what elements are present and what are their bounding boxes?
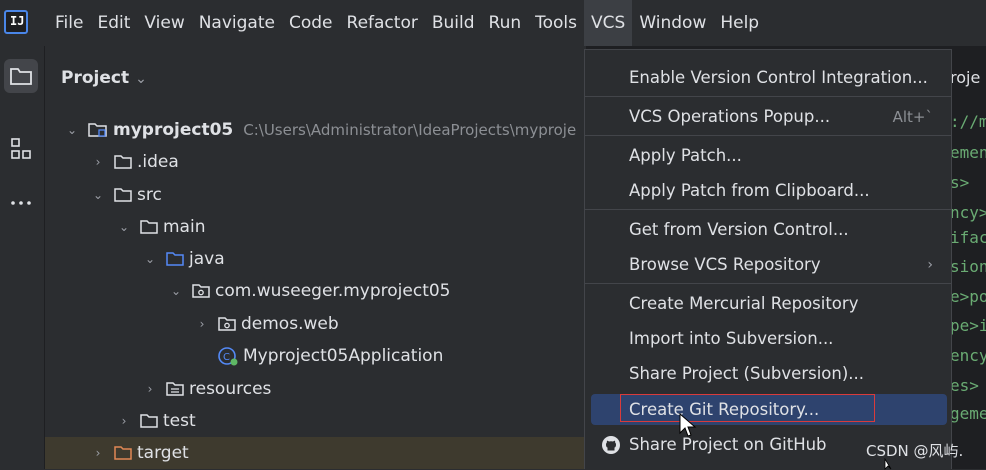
tree-label: java <box>189 249 225 269</box>
code-line: geme <box>950 404 986 423</box>
menu-help[interactable]: Help <box>713 0 766 46</box>
tree-label: Myproject05Application <box>243 346 444 366</box>
code-line: ://m <box>950 112 986 131</box>
project-panel: Project ⌄ ⌄ myproject05 C:\Users\Administ… <box>45 46 632 469</box>
menu-navigate[interactable]: Navigate <box>192 0 282 46</box>
menu-tools[interactable]: Tools <box>528 0 584 46</box>
menu-item-import-subversion[interactable]: Import into Subversion... <box>591 323 947 354</box>
tree-node-idea[interactable]: › .idea <box>45 146 632 178</box>
structure-icon <box>11 138 31 159</box>
tree-node-src[interactable]: ⌄ src <box>45 179 632 211</box>
menu-item-get-from-vcs[interactable]: Get from Version Control... <box>591 214 947 245</box>
tool-window-strip <box>0 46 45 469</box>
code-line: es> <box>950 376 979 395</box>
menu-item-browse-vcs-repository[interactable]: Browse VCS Repository › <box>591 249 947 280</box>
code-line: s> <box>950 173 970 192</box>
expanded-arrow-icon[interactable]: ⌄ <box>65 123 79 137</box>
code-line: ncy> <box>950 203 986 222</box>
source-folder-icon <box>165 250 185 268</box>
tree-label: src <box>137 185 162 205</box>
folder-icon <box>10 68 32 85</box>
menu-item-apply-patch-clipboard[interactable]: Apply Patch from Clipboard... <box>591 175 947 206</box>
menu-item-create-mercurial[interactable]: Create Mercurial Repository <box>591 288 947 319</box>
project-tool-button[interactable] <box>4 59 38 93</box>
folder-icon <box>113 153 133 171</box>
tree-node-target[interactable]: › target <box>45 437 632 469</box>
mouse-cursor-icon <box>679 413 697 437</box>
submenu-arrow-icon: › <box>927 256 933 273</box>
menu-item-enable-vcs[interactable]: Enable Version Control Integration... <box>591 62 947 93</box>
package-icon <box>191 282 211 300</box>
code-line: e>po <box>950 287 986 306</box>
menu-item-vcs-operations-popup[interactable]: VCS Operations Popup... Alt+` <box>591 101 947 132</box>
menu-edit[interactable]: Edit <box>90 0 137 46</box>
tree-label: myproject05 <box>113 120 234 140</box>
project-path: C:\Users\Administrator\IdeaProjects\mypr… <box>243 121 577 139</box>
menu-code[interactable]: Code <box>282 0 340 46</box>
code-line: emen <box>950 143 986 162</box>
folder-icon <box>139 412 159 430</box>
menu-separator <box>585 209 951 210</box>
collapsed-arrow-icon[interactable]: › <box>143 382 157 396</box>
menu-separator <box>585 135 951 136</box>
tree-node-test[interactable]: › test <box>45 405 658 437</box>
menu-build[interactable]: Build <box>425 0 482 46</box>
collapsed-arrow-icon[interactable]: › <box>195 317 209 331</box>
project-panel-title[interactable]: Project ⌄ <box>61 68 147 88</box>
expanded-arrow-icon[interactable]: ⌄ <box>143 252 157 266</box>
menu-window[interactable]: Window <box>632 0 713 46</box>
collapsed-arrow-icon[interactable]: › <box>117 414 131 428</box>
menu-separator <box>585 283 951 284</box>
tree-label: main <box>163 217 206 237</box>
menu-refactor[interactable]: Refactor <box>340 0 425 46</box>
menu-item-share-subversion[interactable]: Share Project (Subversion)... <box>591 358 947 389</box>
expanded-arrow-icon[interactable]: ⌄ <box>117 220 131 234</box>
editor-tab[interactable]: roje <box>950 68 980 87</box>
expanded-arrow-icon[interactable]: ⌄ <box>91 188 105 202</box>
menu-file[interactable]: File <box>48 0 90 46</box>
expanded-arrow-icon[interactable]: ⌄ <box>169 284 183 298</box>
excluded-folder-icon <box>113 444 133 462</box>
shortcut-label: Alt+` <box>892 107 933 126</box>
folder-icon <box>139 218 159 236</box>
menu-item-apply-patch[interactable]: Apply Patch... <box>591 140 947 171</box>
intellij-logo-icon[interactable]: IJ <box>4 10 28 34</box>
menu-separator <box>585 96 951 97</box>
watermark: CSDN @风屿. <box>866 442 964 460</box>
github-icon <box>601 435 621 459</box>
module-folder-icon <box>87 121 109 139</box>
more-dots-icon <box>11 201 31 205</box>
chevron-down-icon: ⌄ <box>135 71 147 87</box>
tree-label: target <box>137 443 189 463</box>
menu-view[interactable]: View <box>137 0 191 46</box>
tree-label: test <box>163 411 196 431</box>
code-line: sion <box>950 257 986 276</box>
code-line: ifac <box>950 228 986 247</box>
folder-icon <box>113 186 133 204</box>
menu-run[interactable]: Run <box>482 0 529 46</box>
menu-vcs[interactable]: VCS <box>584 0 633 46</box>
collapsed-arrow-icon[interactable]: › <box>91 446 105 460</box>
tree-node-myproject05[interactable]: ⌄ myproject05 C:\Users\Administrator\Ide… <box>45 114 606 146</box>
collapsed-arrow-icon[interactable]: › <box>91 155 105 169</box>
structure-tool-button[interactable] <box>4 132 38 166</box>
code-line: pe>i <box>950 316 986 335</box>
tree-label: demos.web <box>241 314 339 334</box>
tree-node-main[interactable]: ⌄ main <box>45 211 658 243</box>
more-tools-button[interactable] <box>4 186 38 220</box>
main-menu-bar: IJ File Edit View Navigate Code Refactor… <box>0 0 986 46</box>
tree-label: resources <box>189 379 272 399</box>
tree-label: com.wuseeger.myproject05 <box>215 281 451 301</box>
resources-folder-icon <box>165 380 185 398</box>
code-line: ency <box>950 346 986 365</box>
spring-class-icon: C <box>217 345 239 367</box>
tree-label: .idea <box>137 152 179 172</box>
svg-text:C: C <box>223 352 230 363</box>
highlight-annotation-box <box>620 394 875 422</box>
package-icon <box>217 315 237 333</box>
